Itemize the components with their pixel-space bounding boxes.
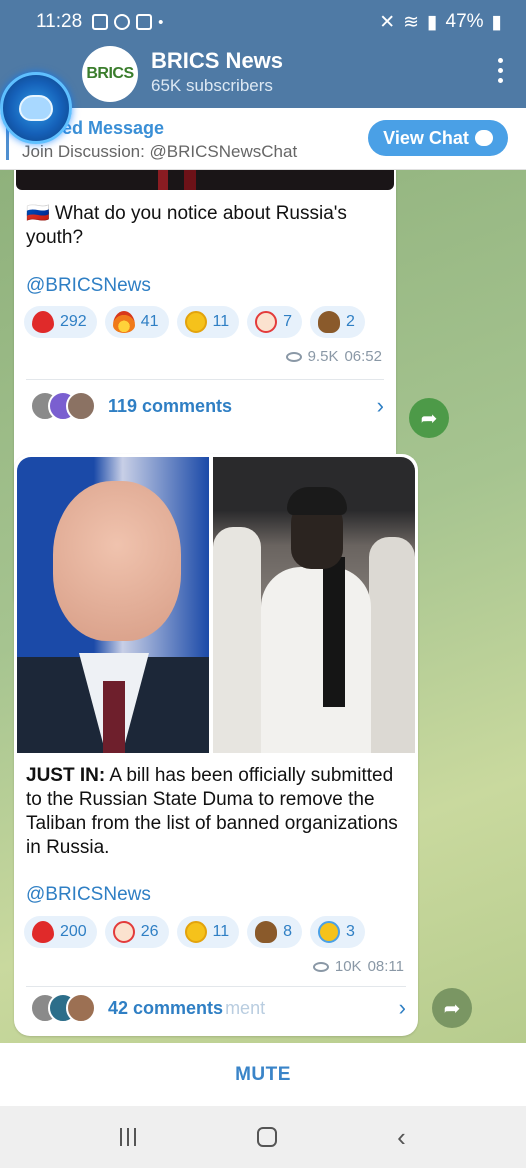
share-icon: ➦ <box>420 407 438 430</box>
reactions-row: 292 41 11 7 2 <box>24 306 365 338</box>
comments-link[interactable]: 119 comments › <box>30 388 384 424</box>
post-image[interactable] <box>16 170 394 190</box>
reaction-heart[interactable]: 292 <box>24 306 97 338</box>
reactions-row: 200 26 11 8 3 <box>24 916 365 948</box>
battery-percent: 47% <box>445 11 484 32</box>
post-meta: 10K 08:11 <box>312 958 404 975</box>
post-handle-link[interactable]: @BRICSNews <box>26 275 151 297</box>
reaction-count: 2 <box>346 313 355 330</box>
reaction-count: 292 <box>60 313 87 330</box>
more-menu-icon[interactable] <box>498 58 504 83</box>
status-right: ✕ ≋ ▮ 47% ▮ <box>379 11 502 34</box>
view-count: 9.5K <box>307 348 339 365</box>
channel-avatar[interactable]: BRICS <box>82 46 138 102</box>
reaction-clown[interactable]: 7 <box>247 306 303 338</box>
reaction-laughing[interactable]: 11 <box>176 306 240 338</box>
wifi-icon: ≋ <box>403 11 420 33</box>
chat-area: 🇷🇺 What do you notice about Russia's you… <box>0 170 526 1043</box>
post-text: JUST IN: A bill has been officially subm… <box>26 764 406 860</box>
share-button[interactable]: ➦ <box>409 398 449 438</box>
system-nav-bar: ‹ <box>0 1106 526 1168</box>
back-icon[interactable]: ‹ <box>397 1122 406 1153</box>
check-icon <box>136 14 153 30</box>
pinned-title: ed Message <box>62 118 165 138</box>
reaction-crying[interactable]: 3 <box>310 916 365 948</box>
app-bar: ← BRICS BRICS News 65K subscribers <box>0 44 526 108</box>
chat-bubble-icon <box>474 130 493 146</box>
laughing-icon <box>184 311 207 333</box>
reaction-count: 7 <box>283 313 293 330</box>
reaction-count: 26 <box>140 923 159 940</box>
reaction-count: 11 <box>212 923 230 940</box>
post-time: 08:11 <box>367 958 404 975</box>
status-time: 11:28 <box>36 11 83 32</box>
notification-icons: • <box>92 14 163 31</box>
channel-post: JUST IN: A bill has been officially subm… <box>14 454 418 1036</box>
dot-icon: • <box>158 13 164 31</box>
subscriber-count: 65K subscribers <box>151 76 273 95</box>
home-icon[interactable] <box>256 1127 277 1147</box>
reaction-count: 11 <box>212 313 230 330</box>
status-bar: 11:28 • ✕ ≋ ▮ 47% ▮ <box>0 0 526 44</box>
divider <box>26 379 384 380</box>
reaction-count: 8 <box>283 923 293 940</box>
channel-name[interactable]: BRICS News <box>151 48 283 74</box>
battery-icon: ▮ <box>491 11 502 33</box>
poop-icon <box>255 921 278 943</box>
share-icon: ➦ <box>443 997 461 1020</box>
poop-icon <box>318 311 341 333</box>
reaction-poop[interactable]: 8 <box>247 916 303 948</box>
reaction-count: 3 <box>346 923 355 940</box>
comments-ghost-text: ment <box>225 997 266 1018</box>
floating-brain-icon[interactable] <box>0 72 72 144</box>
view-count: 10K <box>334 958 362 975</box>
mute-icon: ✕ <box>379 11 396 33</box>
pinned-message-bar[interactable]: ed Message Join Discussion: @BRICSNewsCh… <box>0 108 526 170</box>
avatar <box>66 993 96 1023</box>
crying-icon <box>318 921 341 943</box>
signal-icon: ▮ <box>427 11 438 33</box>
reaction-poop[interactable]: 2 <box>310 306 365 338</box>
clown-icon <box>112 921 135 943</box>
view-chat-label: View Chat <box>383 127 469 148</box>
heart-icon <box>32 311 54 333</box>
facebook-icon <box>114 14 131 30</box>
views-icon <box>312 961 329 972</box>
recent-apps-icon[interactable] <box>120 1128 137 1146</box>
post-text: 🇷🇺 What do you notice about Russia's you… <box>26 203 347 248</box>
reaction-count: 41 <box>140 313 159 330</box>
heart-icon <box>32 921 54 943</box>
post-time: 06:52 <box>344 348 382 365</box>
post-photo-taliban[interactable] <box>213 457 415 753</box>
post-meta: 9.5K 06:52 <box>285 348 382 365</box>
comments-label: 42 comments <box>108 997 224 1018</box>
chevron-right-icon: › <box>376 393 384 418</box>
chevron-right-icon: › <box>398 995 406 1020</box>
reaction-count: 200 <box>60 923 87 940</box>
divider <box>26 986 406 987</box>
fire-icon <box>112 311 135 333</box>
reaction-laughing[interactable]: 11 <box>176 916 240 948</box>
mute-label: MUTE <box>235 1063 291 1085</box>
mute-button[interactable]: MUTE <box>0 1043 526 1106</box>
reaction-clown[interactable]: 26 <box>104 916 169 948</box>
views-icon <box>285 351 302 362</box>
reaction-heart[interactable]: 200 <box>24 916 97 948</box>
post-handle-link[interactable]: @BRICSNews <box>26 884 151 906</box>
comments-link[interactable]: 42 comments ment › <box>30 990 406 1026</box>
avatar <box>66 391 96 421</box>
comments-label: 119 comments <box>108 395 233 416</box>
reaction-fire[interactable]: 41 <box>104 306 169 338</box>
post-photo-putin[interactable] <box>17 457 209 753</box>
laughing-icon <box>184 921 207 943</box>
view-chat-button[interactable]: View Chat <box>368 120 508 156</box>
gallery-icon <box>92 14 109 30</box>
clown-icon <box>255 311 278 333</box>
share-button[interactable]: ➦ <box>432 988 472 1028</box>
pinned-text: Join Discussion: @BRICSNewsChat <box>22 142 298 161</box>
post-lead: JUST IN: <box>26 765 106 786</box>
